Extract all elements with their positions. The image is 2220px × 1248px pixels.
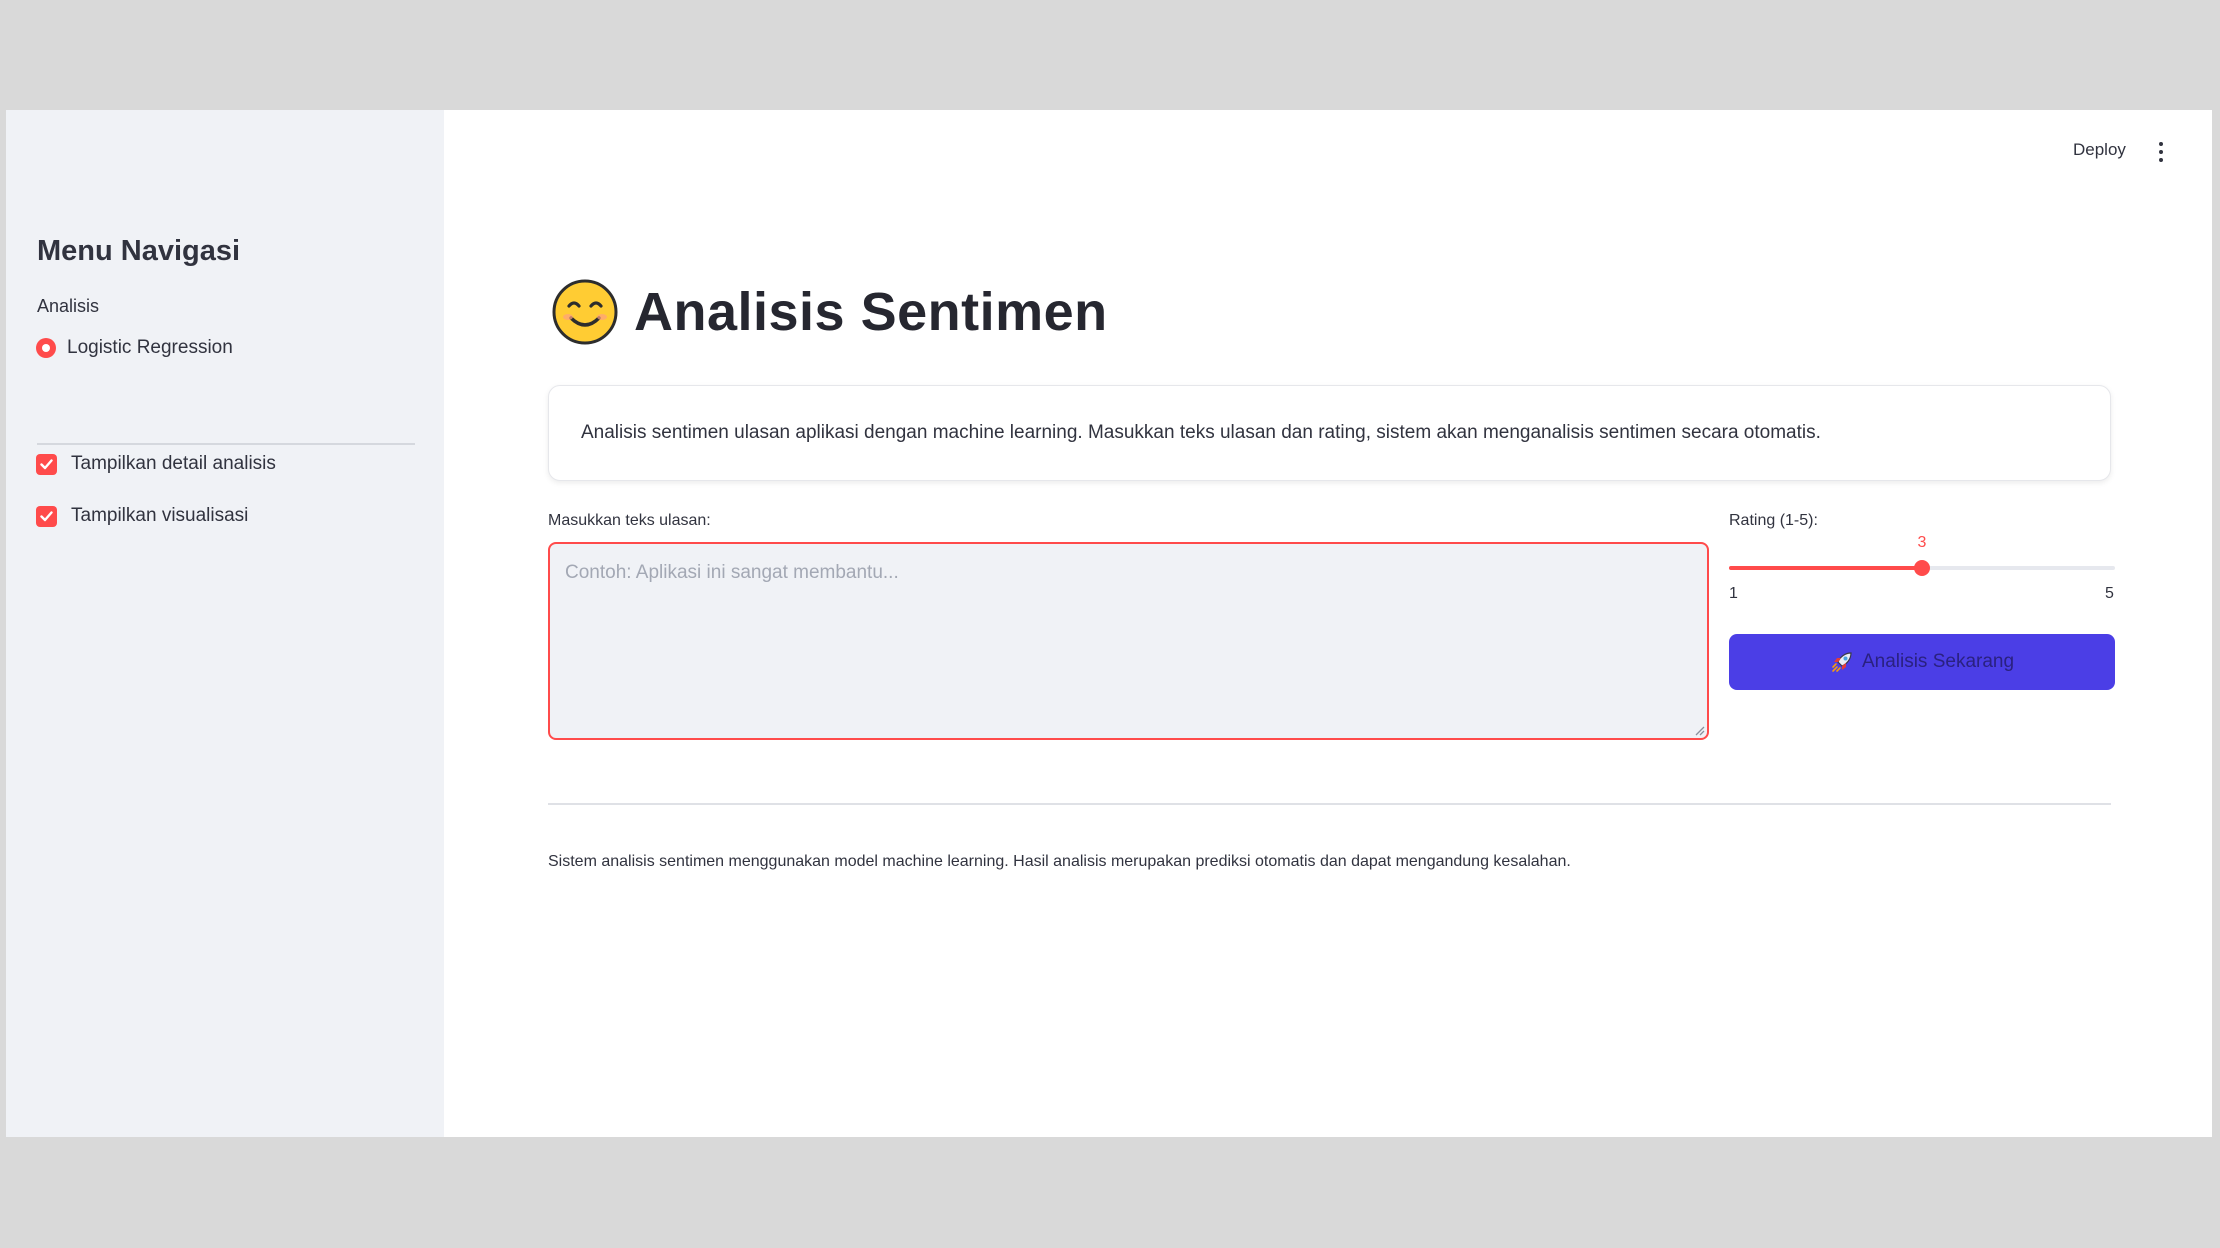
slider-thumb[interactable] bbox=[1914, 560, 1930, 576]
sidebar-divider bbox=[37, 443, 415, 445]
page-title: Analisis Sentimen bbox=[634, 282, 1108, 342]
radio-option-label: Logistic Regression bbox=[67, 337, 233, 358]
rating-slider[interactable] bbox=[1729, 560, 2115, 576]
checkbox-label: Tampilkan detail analisis bbox=[71, 453, 276, 474]
review-textarea[interactable] bbox=[548, 542, 1709, 740]
checkbox-checked-icon[interactable] bbox=[36, 453, 57, 475]
sidebar: Menu Navigasi Analisis Logistic Regressi… bbox=[6, 110, 444, 1137]
more-vertical-icon[interactable] bbox=[2155, 140, 2167, 164]
analyze-button[interactable]: Analisis Sekarang bbox=[1729, 634, 2115, 690]
checkbox-detail-analisis[interactable]: Tampilkan detail analisis bbox=[36, 449, 276, 479]
smiling-face-icon bbox=[552, 279, 618, 345]
app-window: Menu Navigasi Analisis Logistic Regressi… bbox=[6, 110, 2212, 1137]
info-text: Analisis sentimen ulasan aplikasi dengan… bbox=[581, 422, 1821, 443]
sidebar-title: Menu Navigasi bbox=[37, 235, 241, 267]
analyze-button-label: Analisis Sekarang bbox=[1861, 651, 2015, 672]
info-card: Analisis sentimen ulasan aplikasi dengan… bbox=[548, 385, 2111, 481]
footer-caption: Sistem analisis sentimen menggunakan mod… bbox=[548, 853, 1571, 870]
radio-selected-icon[interactable] bbox=[36, 338, 56, 358]
review-input-label: Masukkan teks ulasan: bbox=[548, 512, 711, 529]
checkbox-label: Tampilkan visualisasi bbox=[71, 505, 249, 526]
slider-min-label: 1 bbox=[1729, 585, 1738, 602]
slider-max-label: 5 bbox=[2105, 585, 2114, 602]
radio-group-label: Analisis bbox=[37, 296, 100, 316]
slider-value-label: 3 bbox=[1917, 534, 1927, 551]
radio-option-logistic-regression[interactable]: Logistic Regression bbox=[36, 333, 233, 363]
checkbox-checked-icon[interactable] bbox=[36, 505, 57, 527]
checkbox-visualisasi[interactable]: Tampilkan visualisasi bbox=[36, 501, 248, 531]
page-title-row: Analisis Sentimen bbox=[552, 277, 1108, 347]
resize-grip-icon[interactable] bbox=[1693, 724, 1705, 736]
main-divider bbox=[548, 803, 2111, 805]
deploy-button[interactable]: Deploy bbox=[2073, 140, 2126, 160]
rocket-icon bbox=[1832, 652, 1852, 672]
slider-fill bbox=[1729, 566, 1922, 570]
rating-label: Rating (1-5): bbox=[1729, 512, 1818, 529]
